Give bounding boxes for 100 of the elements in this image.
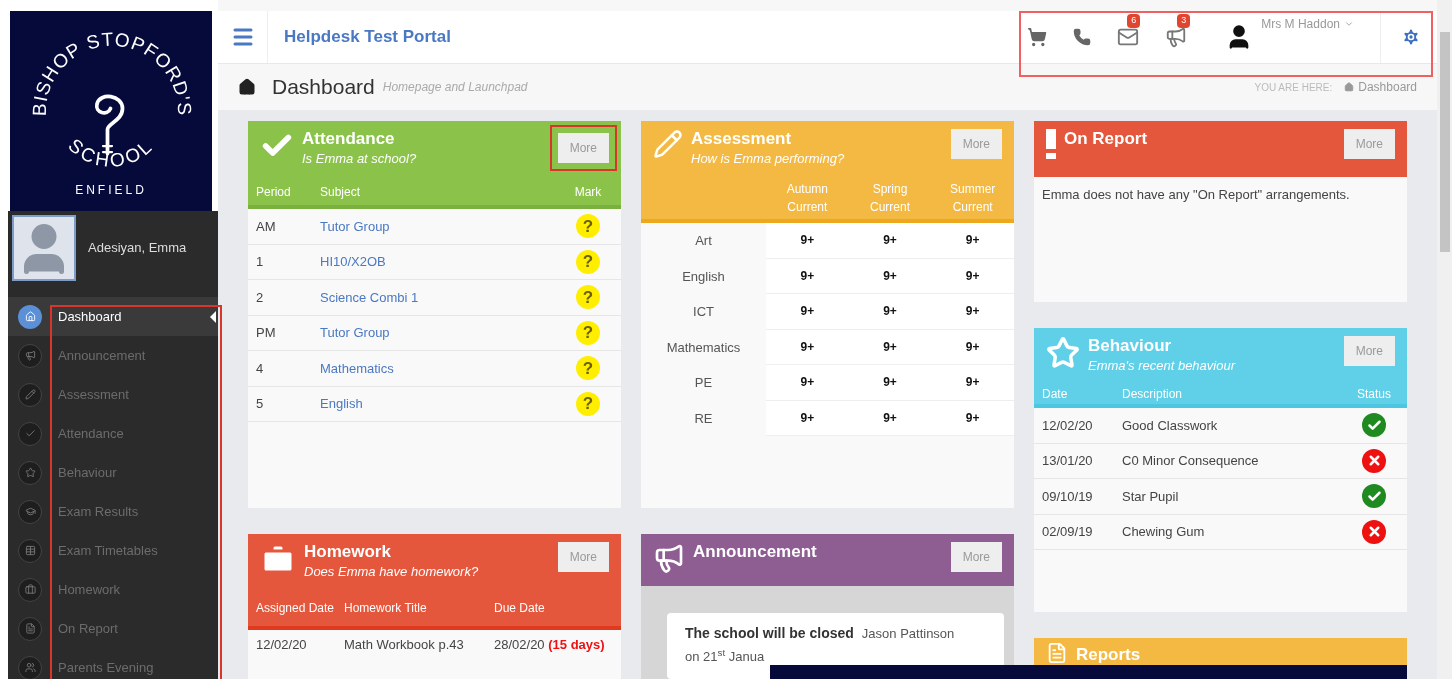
grade-cell-text: 9+	[964, 338, 981, 356]
nav-item[interactable]: Attendance	[8, 414, 218, 453]
description-cell-text: Chewing Gum	[1122, 523, 1206, 541]
subject-cell-text: Art	[694, 232, 713, 250]
grade-cell-text: 9+	[799, 374, 816, 392]
more-button[interactable]: More	[950, 129, 1002, 159]
breadcrumb-label: YOU ARE HERE:	[1254, 80, 1333, 95]
card-title: Assessment	[691, 129, 793, 149]
portal-title: Helpdesk Test Portal	[284, 26, 451, 49]
period-cell-text: 1	[256, 253, 265, 271]
user-menu[interactable]: Mrs M Haddon	[1261, 15, 1354, 33]
on-report-message: Emma does not have any "On Report" arrangements.	[1041, 186, 1351, 204]
more-button[interactable]: More	[1343, 129, 1395, 159]
card-subtitle: Emma's recent behaviour	[1088, 357, 1237, 375]
more-button[interactable]: More	[557, 133, 609, 163]
grade-cell-text: 9+	[882, 374, 898, 392]
column-header: Due Date	[494, 600, 546, 617]
grade-cell-text: 9+	[882, 303, 898, 321]
more-button[interactable]: More	[1343, 336, 1395, 366]
grade-cell-text: 9+	[882, 409, 898, 427]
description-cell-text: Good Classwork	[1122, 416, 1219, 435]
column-header: Date	[1042, 386, 1069, 403]
attendance-mark: ?	[576, 214, 600, 239]
subject-cell-text: ICT	[692, 303, 715, 321]
grade-cell-text: 9+	[799, 267, 816, 285]
date-cell-text: 09/10/19	[1042, 487, 1094, 506]
card-title: Reports	[1076, 644, 1141, 666]
card-title: Behaviour	[1088, 336, 1173, 356]
more-button[interactable]: More	[557, 542, 609, 572]
column-header: Mark	[573, 184, 603, 201]
date-cell-text: 13/01/20	[1042, 452, 1094, 470]
count-badge: 3	[1177, 14, 1191, 28]
period-cell-text: 5	[256, 395, 265, 413]
nav-item[interactable]: Behaviour	[8, 453, 218, 492]
card-title: Homework	[304, 542, 392, 562]
more-button[interactable]: More	[950, 542, 1002, 572]
grade-cell-text: 9+	[882, 232, 898, 250]
subject-link[interactable]: Science Combi 1	[320, 287, 563, 307]
card-title: Attendance	[302, 129, 396, 149]
description-cell-text: C0 Minor Consequence	[1122, 452, 1260, 470]
nav-item[interactable]: Assessment	[8, 375, 218, 414]
description-cell-text: Star Pupil	[1122, 487, 1180, 506]
subject-link[interactable]: Mathematics	[320, 358, 563, 378]
message-title: The school will be closed	[685, 624, 854, 643]
grade-cell-text: 9+	[964, 374, 981, 392]
date-cell-text: 02/09/19	[1042, 523, 1094, 541]
column-header: Period	[256, 184, 292, 201]
column-header: Homework Title	[344, 600, 428, 617]
grade-cell-text: 9+	[799, 232, 816, 250]
breadcrumb-link[interactable]: Dashboard	[1358, 78, 1417, 96]
grade-cell-text: 9+	[964, 303, 981, 321]
page-subtitle: Homepage and Launchpad	[382, 79, 528, 96]
column-header: Description	[1122, 386, 1184, 403]
card-title: Announcement	[693, 542, 818, 562]
card-subtitle: Does Emma have homework?	[304, 563, 480, 581]
grade-cell-text: 9+	[799, 338, 816, 356]
column-header: Subject	[320, 184, 362, 201]
nav-item[interactable]: Exam Results	[8, 492, 218, 531]
grade-cell-text: 9+	[882, 267, 898, 285]
column-header: Assigned Date	[256, 600, 336, 617]
subject-cell-text: English	[681, 267, 726, 286]
attendance-mark: ?	[576, 320, 600, 345]
subject-link[interactable]: Tutor Group	[320, 216, 563, 236]
nav-item[interactable]: Dashboard	[8, 297, 218, 336]
column-header: Summer Current	[949, 181, 997, 216]
card-subtitle: How is Emma performing?	[691, 150, 846, 168]
attendance-mark: ?	[576, 285, 600, 310]
nav-item[interactable]: Announcement	[8, 336, 218, 375]
nav-item[interactable]: On Report	[8, 609, 218, 648]
grade-cell-text: 9+	[882, 338, 898, 356]
period-cell-text: AM	[256, 217, 277, 236]
period-cell-text: PM	[256, 324, 277, 342]
nav-item[interactable]: Exam Timetables	[8, 531, 218, 570]
date-cell-text: 12/02/20	[256, 636, 308, 655]
nav-item[interactable]: Parents Evening	[8, 648, 218, 679]
attendance-mark: ?	[576, 356, 600, 381]
period-cell-text: 2	[256, 288, 265, 307]
count-badge: 6	[1127, 14, 1141, 28]
subject-cell-text: Mathematics	[665, 338, 742, 357]
grade-cell-text: 9+	[964, 267, 981, 285]
message-text: on 21$^{st}$ Janua	[685, 649, 765, 664]
attendance-mark: ?	[576, 249, 600, 274]
due-date-cell-text: 28/02/20 (15 days)	[494, 636, 605, 655]
card-subtitle: Is Emma at school?	[302, 150, 418, 168]
subject-link[interactable]: Tutor Group	[320, 323, 563, 343]
column-header: Status	[1356, 386, 1392, 403]
grade-cell-text: 9+	[964, 232, 981, 250]
card-title: On Report	[1064, 129, 1149, 149]
subject-cell-text: PE	[693, 374, 714, 392]
subject-link[interactable]: English	[320, 394, 563, 414]
grade-cell-text: 9+	[964, 409, 981, 427]
grade-cell-text: 9+	[799, 409, 816, 427]
column-header: Spring Current	[869, 181, 911, 216]
page-title: Dashboard	[272, 74, 375, 101]
grade-cell-text: 9+	[799, 303, 816, 321]
subject-link[interactable]: HI10/X2OB	[320, 252, 563, 272]
student-name: Adesiyan, Emma	[88, 239, 187, 258]
date-cell-text: 12/02/20	[1042, 416, 1094, 435]
nav-item[interactable]: Homework	[8, 570, 218, 609]
column-header: Autumn Current	[785, 181, 829, 216]
